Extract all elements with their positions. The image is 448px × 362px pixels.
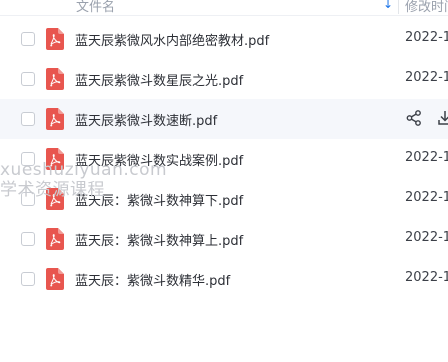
row-checkbox[interactable] <box>21 112 35 126</box>
row-checkbox[interactable] <box>21 152 35 166</box>
file-modified-date: 2022-10 <box>405 150 448 165</box>
file-name[interactable]: 蓝天辰：紫微斗数精华.pdf <box>75 270 230 289</box>
row-checkbox[interactable] <box>21 32 35 46</box>
sort-arrow-icon[interactable]: ↓ <box>383 0 393 11</box>
file-modified-date: 2022-10 <box>405 230 448 245</box>
file-modified-date: 2022-10 <box>405 270 448 285</box>
row-checkbox[interactable] <box>21 192 35 206</box>
file-list-header: 文件名 ↓ 修改时间 <box>0 0 448 16</box>
download-icon[interactable] <box>436 109 448 127</box>
file-modified-date: 2022-10 <box>405 190 448 205</box>
pdf-icon <box>46 108 64 130</box>
pdf-icon <box>46 68 64 90</box>
file-name[interactable]: 蓝天辰紫微斗数速断.pdf <box>75 110 217 129</box>
pdf-icon <box>46 188 64 210</box>
file-row[interactable]: 蓝天辰紫微风水内部绝密教材.pdf 2022-10 <box>0 19 448 59</box>
pdf-icon <box>46 28 64 50</box>
row-checkbox[interactable] <box>21 232 35 246</box>
file-modified-date: 2022-10 <box>405 70 448 85</box>
file-name[interactable]: 蓝天辰紫微斗数星辰之光.pdf <box>75 70 243 89</box>
pdf-icon <box>46 268 64 290</box>
row-checkbox[interactable] <box>21 272 35 286</box>
column-header-name[interactable]: 文件名 <box>76 0 115 15</box>
file-row[interactable]: 蓝天辰紫微斗数速断.pdf <box>0 99 448 139</box>
file-row[interactable]: 蓝天辰：紫微斗数神算下.pdf 2022-10 <box>0 179 448 219</box>
file-row[interactable]: 蓝天辰紫微斗数星辰之光.pdf 2022-10 <box>0 59 448 99</box>
share-icon[interactable] <box>405 109 423 127</box>
file-row[interactable]: 蓝天辰：紫微斗数神算上.pdf 2022-10 <box>0 219 448 259</box>
file-modified-date: 2022-10 <box>405 30 448 45</box>
column-header-modified[interactable]: 修改时间 <box>405 0 448 15</box>
file-name[interactable]: 蓝天辰紫微斗数实战案例.pdf <box>75 150 243 169</box>
file-name[interactable]: 蓝天辰：紫微斗数神算下.pdf <box>75 190 243 209</box>
file-name[interactable]: 蓝天辰：紫微斗数神算上.pdf <box>75 230 243 249</box>
file-name[interactable]: 蓝天辰紫微风水内部绝密教材.pdf <box>75 30 269 49</box>
file-row[interactable]: 蓝天辰紫微斗数实战案例.pdf 2022-10 <box>0 139 448 179</box>
row-checkbox[interactable] <box>21 72 35 86</box>
pdf-icon <box>46 148 64 170</box>
pdf-icon <box>46 228 64 250</box>
column-divider[interactable] <box>398 0 399 14</box>
file-row[interactable]: 蓝天辰：紫微斗数精华.pdf 2022-10 <box>0 259 448 299</box>
